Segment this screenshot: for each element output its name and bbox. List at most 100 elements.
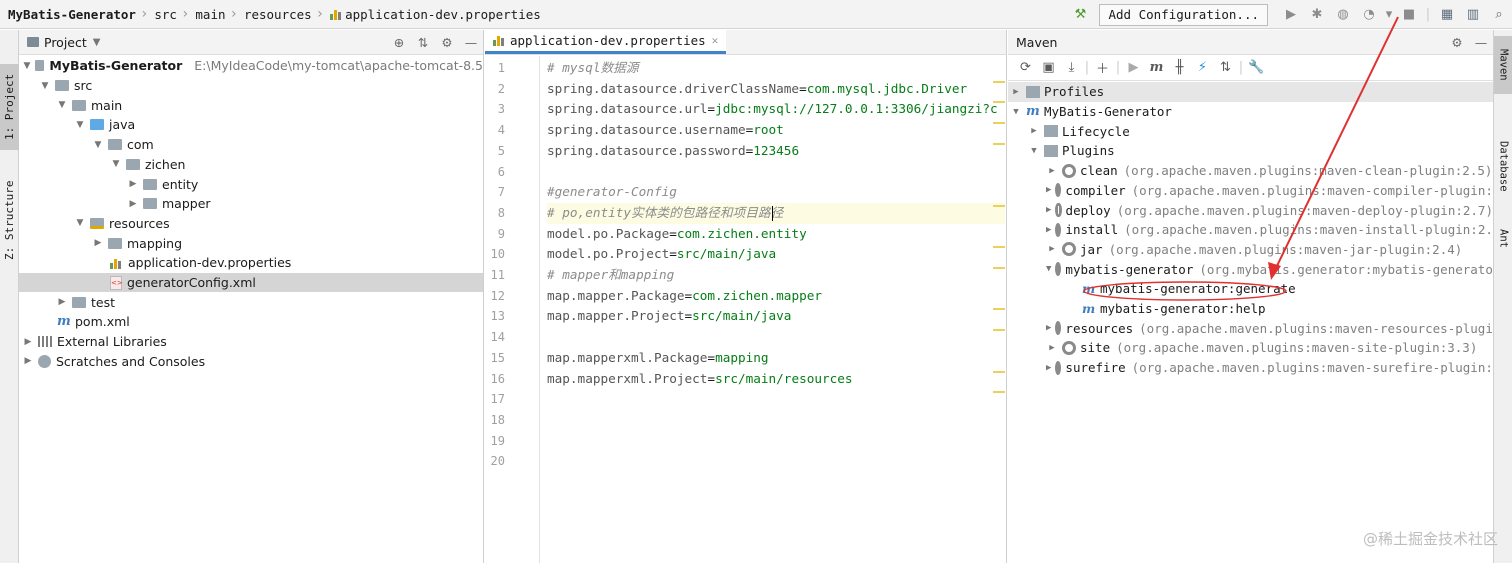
chevron-down-icon[interactable]: ▼ [1010, 107, 1022, 117]
breadcrumb-file[interactable]: application-dev.properties [345, 7, 541, 22]
minimize-icon[interactable]: — [1469, 35, 1493, 50]
code-area[interactable]: # mysql数据源 spring.datasource.driverClassN… [547, 56, 1005, 563]
chevron-right-icon[interactable]: ▶ [1046, 205, 1051, 215]
chevron-right-icon[interactable]: ▶ [1046, 166, 1058, 176]
tree-item-generatorconfig-xml[interactable]: <> generatorConfig.xml [19, 272, 483, 293]
tree-item-scratches[interactable]: ▶ Scratches and Consoles [19, 352, 483, 372]
debug-icon[interactable]: ✱ [1306, 4, 1328, 26]
execute-goal-icon[interactable]: m [1145, 60, 1168, 75]
breadcrumb-project[interactable]: MyBatis-Generator [8, 7, 136, 22]
tree-item-test[interactable]: ▶ test [19, 292, 483, 312]
warning-stripe-marker[interactable] [993, 370, 1005, 373]
breadcrumb-src[interactable]: src [154, 7, 177, 22]
gear-icon[interactable]: ⚙ [435, 35, 459, 50]
run-icon[interactable]: ▶ [1122, 60, 1145, 75]
tool-tab-structure[interactable]: Z: Structure [0, 170, 19, 270]
add-configuration-button[interactable]: Add Configuration... [1099, 3, 1268, 26]
chevron-right-icon[interactable]: ▶ [1028, 126, 1040, 136]
maven-plugin-install[interactable]: ▶ install (org.apache.maven.plugins:maven-… [1008, 220, 1500, 240]
chevron-right-icon[interactable]: ▶ [92, 238, 104, 248]
warning-stripe-marker[interactable] [993, 246, 1005, 249]
collapse-icon[interactable]: ⇅ [1214, 60, 1237, 75]
chevron-right-icon[interactable]: ▶ [127, 179, 139, 189]
tool-tab-ant[interactable]: Ant [1494, 216, 1512, 260]
chevron-down-icon[interactable]: ▼ [23, 61, 31, 71]
tool-tab-database[interactable]: Database [1494, 122, 1512, 210]
sdk-icon[interactable]: ▥ [1462, 4, 1484, 26]
chevron-down-icon[interactable]: ▼ [56, 100, 68, 110]
run-icon[interactable]: ▶ [1280, 4, 1302, 26]
project-panel-title[interactable]: Project [44, 35, 87, 50]
warning-stripe-marker[interactable] [993, 391, 1005, 394]
chevron-right-icon[interactable]: ▶ [1046, 363, 1051, 373]
tool-tab-project[interactable]: 1: Project [0, 64, 19, 150]
tree-item-java[interactable]: ▼ java [19, 115, 483, 135]
warning-stripe-marker[interactable] [993, 142, 1005, 145]
locate-icon[interactable]: ⊕ [387, 35, 411, 50]
chevron-right-icon[interactable]: ▶ [56, 297, 68, 307]
warning-stripe-marker[interactable] [993, 204, 1005, 207]
search-everywhere-icon[interactable]: ⌕ [1488, 4, 1510, 26]
warning-stripe-marker[interactable] [993, 267, 1005, 269]
chevron-down-icon[interactable]: ▼ [74, 120, 86, 130]
tree-item-entity[interactable]: ▶ entity [19, 174, 483, 194]
chevron-down-icon[interactable]: ▼ [1028, 146, 1040, 156]
tool-tab-maven[interactable]: Maven [1494, 36, 1512, 94]
tree-item-mapper[interactable]: ▶ mapper [19, 194, 483, 214]
maven-plugin-resources[interactable]: ▶ resources (org.apache.maven.plugins:mave… [1008, 318, 1500, 338]
profile-icon[interactable]: ◔ [1358, 4, 1380, 26]
maven-plugin-jar[interactable]: ▶ jar (org.apache.maven.plugins:maven-jar-… [1008, 240, 1493, 260]
maven-plugin-deploy[interactable]: ▶ deploy (org.apache.maven.plugins:maven-d… [1008, 200, 1493, 220]
chevron-right-icon[interactable]: ▶ [1046, 323, 1051, 333]
stop-icon[interactable]: ■ [1398, 4, 1420, 26]
close-icon[interactable]: ✕ [712, 34, 719, 47]
tree-item-main[interactable]: ▼ main [19, 95, 483, 115]
tree-item-resources[interactable]: ▼ resources [19, 214, 483, 234]
build-hammer-icon[interactable]: ⚒ [1069, 4, 1091, 26]
maven-item-plugins[interactable]: ▼ Plugins [1008, 141, 1493, 161]
chevron-down-icon[interactable]: ▼ [93, 37, 101, 48]
warning-stripe-marker[interactable] [993, 329, 1005, 332]
project-structure-icon[interactable]: ▦ [1436, 4, 1458, 26]
skip-tests-icon[interactable]: ⚡ [1191, 60, 1214, 75]
toggle-offline-icon[interactable]: ╫ [1168, 60, 1191, 75]
maven-plugin-clean[interactable]: ▶ clean (org.apache.maven.plugins:maven-cl… [1008, 161, 1493, 181]
warning-stripe-marker[interactable] [993, 122, 1005, 125]
maven-item-lifecycle[interactable]: ▶ Lifecycle [1008, 121, 1493, 141]
maven-plugin-compiler[interactable]: ▶ compiler (org.apache.maven.plugins:maven… [1008, 181, 1500, 201]
chevron-right-icon[interactable]: ▶ [1046, 185, 1051, 195]
reload-icon[interactable]: ⟳ [1014, 60, 1037, 75]
chevron-right-icon[interactable]: ▶ [22, 337, 34, 347]
tree-item-external-libraries[interactable]: ▶ External Libraries [19, 332, 483, 352]
chevron-down-icon[interactable]: ▼ [74, 218, 86, 228]
tree-item-application-dev-properties[interactable]: application-dev.properties [19, 253, 483, 273]
gear-icon[interactable]: ⚙ [1445, 35, 1469, 50]
chevron-down-icon[interactable]: ▼ [1046, 264, 1051, 274]
breadcrumb-main[interactable]: main [195, 7, 225, 22]
tree-item-mapping[interactable]: ▶ mapping [19, 233, 483, 253]
breadcrumb-resources[interactable]: resources [244, 7, 312, 22]
chevron-right-icon[interactable]: ▶ [127, 199, 139, 209]
tree-item-src[interactable]: ▼ src [19, 76, 483, 96]
warning-stripe-marker[interactable] [993, 101, 1005, 104]
maven-item-project[interactable]: ▼ m MyBatis-Generator [1008, 102, 1493, 122]
warning-stripe-marker[interactable] [993, 308, 1005, 311]
maven-goal-generate[interactable]: m mybatis-generator:generate [1008, 279, 1493, 299]
maven-plugin-surefire[interactable]: ▶ surefire (org.apache.maven.plugins:maven… [1008, 358, 1500, 378]
download-icon[interactable]: ⤓ [1060, 60, 1083, 75]
collapse-all-icon[interactable]: ⇅ [411, 35, 435, 50]
chevron-right-icon[interactable]: ▶ [1046, 244, 1058, 254]
tree-item-com[interactable]: ▼ com [19, 135, 483, 155]
chevron-right-icon[interactable]: ▶ [1010, 87, 1022, 97]
wrench-icon[interactable]: 🔧 [1245, 60, 1268, 75]
editor-tab-application-dev-properties[interactable]: application-dev.properties ✕ [485, 29, 727, 54]
chevron-down-icon[interactable]: ▾ [1384, 4, 1394, 26]
minimize-icon[interactable]: — [459, 35, 483, 50]
chevron-right-icon[interactable]: ▶ [1046, 343, 1058, 353]
chevron-right-icon[interactable]: ▶ [1046, 225, 1051, 235]
maven-goal-help[interactable]: m mybatis-generator:help [1008, 299, 1493, 319]
maven-item-profiles[interactable]: ▶ Profiles [1008, 82, 1493, 102]
add-icon[interactable]: ＋ [1091, 58, 1114, 77]
maven-plugin-mybatis-generator[interactable]: ▼ mybatis-generator (org.mybatis.generator… [1008, 259, 1500, 279]
coverage-icon[interactable]: ◍ [1332, 4, 1354, 26]
